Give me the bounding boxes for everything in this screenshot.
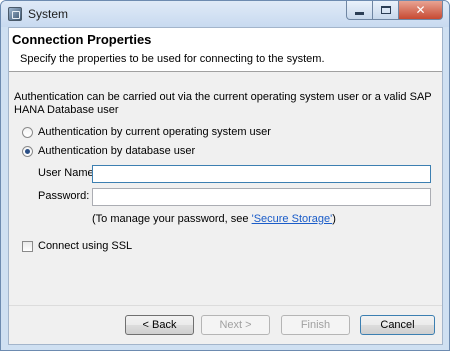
header-banner: Connection Properties Specify the proper… (9, 28, 442, 72)
password-hint-suffix: ) (332, 213, 336, 225)
button-separator (9, 305, 442, 306)
ssl-label: Connect using SSL (38, 240, 133, 252)
minimize-button[interactable] (346, 1, 373, 20)
minimize-icon (355, 11, 364, 15)
radio-button-selected[interactable] (22, 145, 33, 157)
user-name-label: User Name: (38, 167, 97, 179)
radio-os-user-label: Authentication by current operating syst… (38, 126, 271, 138)
back-button[interactable]: < Back (125, 315, 194, 335)
system-window-icon (8, 7, 22, 21)
maximize-button[interactable] (373, 1, 399, 20)
radio-db-user[interactable]: Authentication by database user (22, 144, 195, 158)
system-dialog: System ✕ Connection Properties Specify t… (0, 0, 450, 351)
window-title: System (28, 7, 69, 21)
window-controls: ✕ (346, 1, 443, 21)
ssl-checkbox[interactable] (22, 240, 33, 252)
cancel-button[interactable]: Cancel (360, 315, 435, 335)
title-bar[interactable]: System ✕ (1, 1, 449, 27)
password-input[interactable] (92, 188, 431, 206)
radio-button[interactable] (22, 126, 33, 138)
page-description: Specify the properties to be used for co… (20, 53, 325, 65)
password-label: Password: (38, 190, 90, 202)
page-title: Connection Properties (12, 32, 152, 47)
ssl-option[interactable]: Connect using SSL (22, 239, 132, 253)
secure-storage-link[interactable]: 'Secure Storage' (252, 213, 333, 225)
radio-db-user-label: Authentication by database user (38, 145, 196, 157)
finish-button[interactable]: Finish (281, 315, 350, 335)
next-button[interactable]: Next > (201, 315, 270, 335)
maximize-icon (380, 6, 391, 14)
dialog-body: Connection Properties Specify the proper… (8, 27, 443, 345)
close-button[interactable]: ✕ (399, 1, 443, 20)
user-name-input[interactable] (92, 165, 431, 183)
radio-os-user[interactable]: Authentication by current operating syst… (22, 125, 271, 139)
password-hint: (To manage your password, see 'Secure St… (92, 213, 336, 225)
auth-intro-text: Authentication can be carried out via th… (14, 91, 432, 116)
password-hint-prefix: (To manage your password, see (92, 213, 252, 225)
close-icon: ✕ (415, 3, 426, 17)
